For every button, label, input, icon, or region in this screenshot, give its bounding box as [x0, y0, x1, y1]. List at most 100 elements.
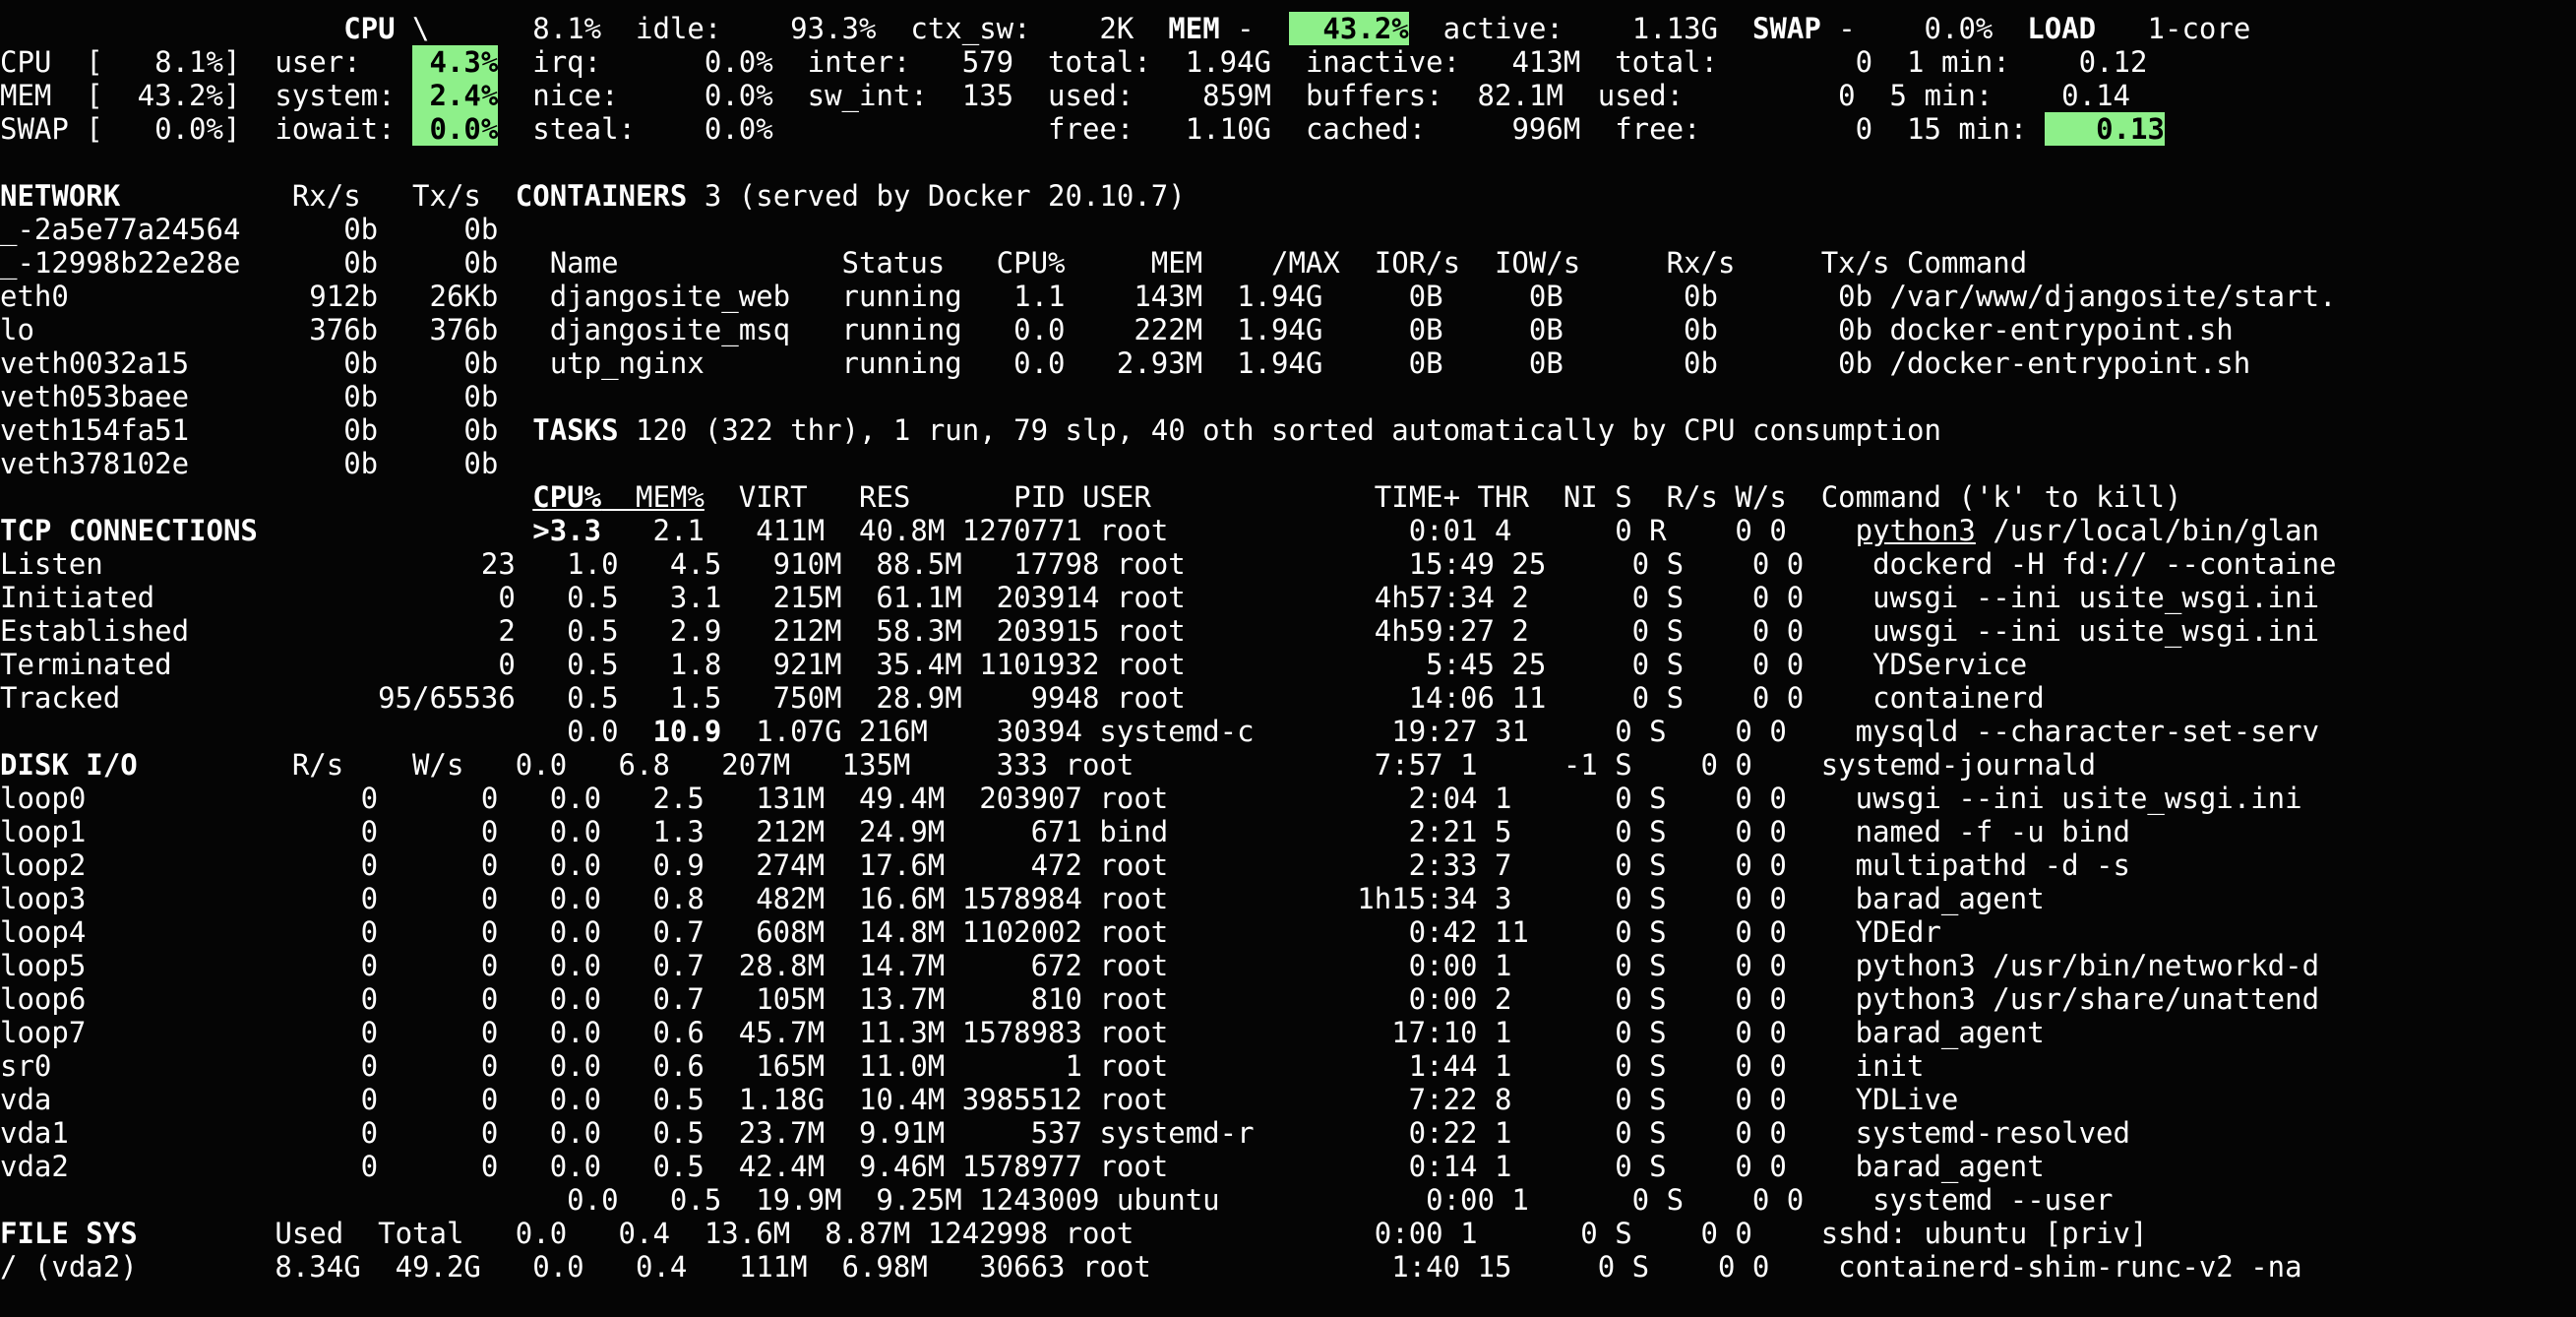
terminal-text: 2.1 411M 40.8M 1270771 root 0:01 4 0 R 0…	[601, 514, 1856, 547]
terminal-text: 0.0	[0, 715, 653, 748]
terminal-text: veth0032a15 0b 0b utp_nginx running 0.0 …	[0, 346, 2251, 380]
terminal-text: R/s W/s 0.0 6.8 207M 135M 333 root 7:57 …	[137, 748, 2097, 782]
terminal-line: veth0032a15 0b 0b utp_nginx running 0.0 …	[0, 346, 2250, 380]
terminal-text: 1-core	[2096, 12, 2251, 45]
terminal-text: 3 (served by Docker 20.10.7)	[687, 179, 1186, 213]
cpu-iowait-value: 0.0%	[412, 112, 499, 146]
terminal-text: active: 1.13G	[1408, 12, 1752, 45]
terminal-line: vda 0 0 0.0 0.5 1.18G 10.4M 3985512 root…	[0, 1083, 1958, 1116]
terminal-line: veth053baee 0b 0b	[0, 380, 498, 413]
tasks-section-header: TASKS	[532, 413, 619, 447]
terminal-text: Listen 23 1.0 4.5 910M 88.5M 17798 root …	[0, 547, 2337, 581]
terminal-line: Established 2 0.5 2.9 212M 58.3M 203915 …	[0, 614, 2319, 648]
terminal-line: FILE SYS Used Total 0.0 0.4 13.6M 8.87M …	[0, 1217, 2147, 1250]
terminal-line: _-12998b22e28e 0b 0b Name Status CPU% ME…	[0, 246, 2027, 280]
terminal-text: Used Total 0.0 0.4 13.6M 8.87M 1242998 r…	[137, 1217, 2148, 1250]
terminal-line: loop0 0 0 0.0 2.5 131M 49.4M 203907 root…	[0, 782, 2302, 815]
terminal-text: irq: 0.0% inter: 579 total: 1.94G inacti…	[498, 45, 2148, 79]
terminal-text: steal: 0.0% free: 1.10G cached: 996M fre…	[498, 112, 2045, 146]
terminal-line: 0.0 0.5 19.9M 9.25M 1243009 ubuntu 0:00 …	[0, 1183, 2114, 1217]
terminal-line: MEM [ 43.2%] system: 2.4% nice: 0.0% sw_…	[0, 79, 2130, 112]
terminal-text: -	[1219, 12, 1289, 45]
terminal-text: /usr/local/bin/glan	[1975, 514, 2320, 547]
disk-section-header: DISK I/O	[0, 748, 138, 782]
terminal-text: loop4 0 0 0.0 0.7 608M 14.8M 1102002 roo…	[0, 915, 1941, 949]
filesys-section-header: FILE SYS	[0, 1217, 138, 1250]
terminal-text: python3	[1855, 514, 1976, 547]
terminal-text: veth154fa51 0b 0b	[0, 413, 533, 447]
terminal-text: _-2a5e77a24564 0b 0b	[0, 213, 499, 246]
terminal-text: loop6 0 0 0.0 0.7 105M 13.7M 810 root 0:…	[0, 982, 2320, 1016]
terminal-line: loop4 0 0 0.0 0.7 608M 14.8M 1102002 roo…	[0, 915, 1941, 949]
terminal-line: Initiated 0 0.5 3.1 215M 61.1M 203914 ro…	[0, 581, 2319, 614]
terminal-text: veth378102e 0b 0b	[0, 447, 499, 480]
tcp-section-header: TCP CONNECTIONS	[0, 514, 258, 547]
terminal-text: vda2 0 0 0.0 0.5 42.4M 9.46M 1578977 roo…	[0, 1150, 2045, 1183]
terminal-text: / (vda2) 8.34G 49.2G 0.0 0.4 111M 6.98M …	[0, 1250, 2302, 1284]
terminal-line: loop3 0 0 0.0 0.8 482M 16.6M 1578984 roo…	[0, 882, 2045, 915]
terminal-text: Established 2 0.5 2.9 212M 58.3M 203915 …	[0, 614, 2320, 648]
terminal-line: SWAP [ 0.0%] iowait: 0.0% steal: 0.0% fr…	[0, 112, 2165, 146]
terminal-line: 0.0 10.9 1.07G 216M 30394 systemd-c 19:2…	[0, 715, 2319, 748]
terminal-text: MEM [ 43.2%] system:	[0, 79, 413, 112]
terminal-text: nice: 0.0% sw_int: 135 used: 859M buffer…	[498, 79, 2130, 112]
terminal-text: MEM%	[601, 480, 705, 514]
terminal-text: Rx/s Tx/s	[120, 179, 516, 213]
cpu-user-value: 4.3%	[412, 45, 499, 79]
terminal-line: loop5 0 0 0.0 0.7 28.8M 14.7M 672 root 0…	[0, 949, 2319, 982]
terminal-line: CPU [ 8.1%] user: 4.3% irq: 0.0% inter: …	[0, 45, 2147, 79]
terminal-line: veth154fa51 0b 0b TASKS 120 (322 thr), 1…	[0, 413, 1941, 447]
terminal-text: lo 376b 376b djangosite_msq running 0.0 …	[0, 313, 2234, 346]
glances-terminal-screen: CPU \ 8.1% idle: 93.3% ctx_sw: 2K MEM - …	[0, 0, 2576, 1317]
terminal-line: eth0 912b 26Kb djangosite_web running 1.…	[0, 280, 2337, 313]
top-cpu-value: >3.3	[532, 514, 602, 547]
mem-section-header: MEM	[1168, 12, 1220, 45]
terminal-line: vda1 0 0 0.0 0.5 23.7M 9.91M 537 systemd…	[0, 1116, 2130, 1150]
terminal-text: eth0 912b 26Kb djangosite_web running 1.…	[0, 280, 2337, 313]
terminal-text: loop2 0 0 0.0 0.9 274M 17.6M 472 root 2:…	[0, 848, 2130, 882]
terminal-line: Listen 23 1.0 4.5 910M 88.5M 17798 root …	[0, 547, 2337, 581]
terminal-text: 1.07G 216M 30394 systemd-c 19:27 31 0 S …	[721, 715, 2320, 748]
terminal-line: _-2a5e77a24564 0b 0b	[0, 213, 498, 246]
cpu-system-value: 2.4%	[412, 79, 499, 112]
load-15min-value: 0.13	[2044, 112, 2165, 146]
terminal-text: vda1 0 0 0.0 0.5 23.7M 9.91M 537 systemd…	[0, 1116, 2130, 1150]
load-section-header: LOAD	[2027, 12, 2097, 45]
terminal-line: vda2 0 0 0.0 0.5 42.4M 9.46M 1578977 roo…	[0, 1150, 2045, 1183]
terminal-text: _-12998b22e28e 0b 0b Name Status CPU% ME…	[0, 246, 2028, 280]
terminal-text: \ 8.1% idle: 93.3% ctx_sw: 2K	[395, 12, 1169, 45]
terminal-text: 0.0 0.5 19.9M 9.25M 1243009 ubuntu 0:00 …	[0, 1183, 2114, 1217]
terminal-line: TCP CONNECTIONS >3.3 2.1 411M 40.8M 1270…	[0, 514, 2319, 547]
terminal-text: Terminated 0 0.5 1.8 921M 35.4M 1101932 …	[0, 648, 2028, 681]
terminal-text: vda 0 0 0.0 0.5 1.18G 10.4M 3985512 root…	[0, 1083, 1959, 1116]
terminal-line: loop2 0 0 0.0 0.9 274M 17.6M 472 root 2:…	[0, 848, 2130, 882]
terminal-text: veth053baee 0b 0b	[0, 380, 499, 413]
terminal-text: loop3 0 0 0.0 0.8 482M 16.6M 1578984 roo…	[0, 882, 2045, 915]
terminal-text: sr0 0 0 0.0 0.6 165M 11.0M 1 root 1:44 1…	[0, 1049, 1925, 1083]
terminal-text: VIRT RES PID USER TIME+ THR NI S R/s W/s…	[704, 480, 2182, 514]
terminal-line: veth378102e 0b 0b	[0, 447, 498, 480]
terminal-line: CPU \ 8.1% idle: 93.3% ctx_sw: 2K MEM - …	[0, 12, 2250, 45]
mem-percent-value: 43.2%	[1288, 12, 1409, 45]
terminal-text: loop5 0 0 0.0 0.7 28.8M 14.7M 672 root 0…	[0, 949, 2320, 982]
terminal-text: Initiated 0 0.5 3.1 215M 61.1M 203914 ro…	[0, 581, 2320, 614]
terminal-line: Tracked 95/65536 0.5 1.5 750M 28.9M 9948…	[0, 681, 2045, 715]
col-cpu-sort: CPU%	[532, 480, 602, 514]
cpu-section-header: CPU	[343, 12, 396, 45]
terminal-line: lo 376b 376b djangosite_msq running 0.0 …	[0, 313, 2234, 346]
terminal-text: loop0 0 0 0.0 2.5 131M 49.4M 203907 root…	[0, 782, 2302, 815]
swap-section-header: SWAP	[1751, 12, 1821, 45]
terminal-text: loop1 0 0 0.0 1.3 212M 24.9M 671 bind 2:…	[0, 815, 2130, 848]
terminal-text: - 0.0%	[1820, 12, 2028, 45]
terminal-text: SWAP [ 0.0%] iowait:	[0, 112, 413, 146]
terminal-text: CPU [ 8.1%] user:	[0, 45, 413, 79]
terminal-line: CPU% MEM% VIRT RES PID USER TIME+ THR NI…	[0, 480, 2181, 514]
terminal-text: Tracked 95/65536 0.5 1.5 750M 28.9M 9948…	[0, 681, 2045, 715]
terminal-line: loop6 0 0 0.0 0.7 105M 13.7M 810 root 0:…	[0, 982, 2319, 1016]
containers-section-header: CONTAINERS	[515, 179, 688, 213]
network-section-header: NETWORK	[0, 179, 121, 213]
terminal-text: loop7 0 0 0.0 0.6 45.7M 11.3M 1578983 ro…	[0, 1016, 2045, 1049]
